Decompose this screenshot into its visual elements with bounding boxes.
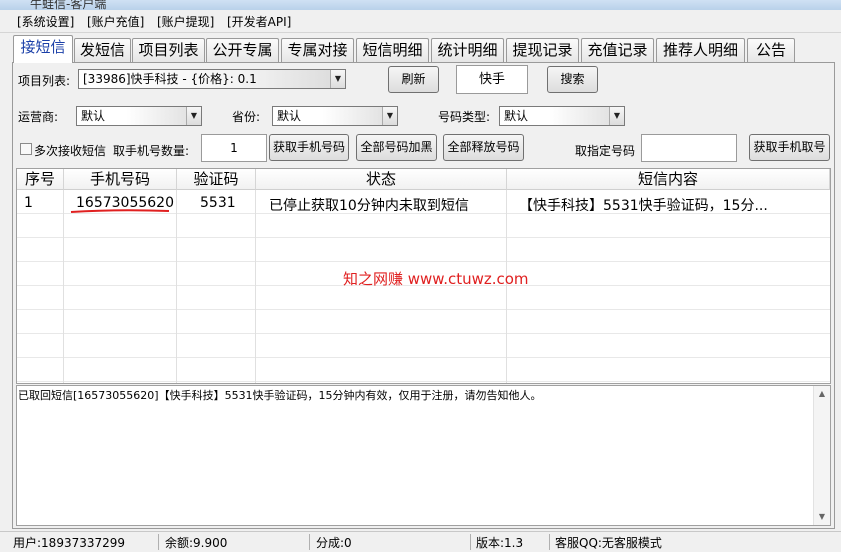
project-list-label: 项目列表:	[18, 74, 71, 88]
project-select[interactable]: [33986]快手科技 - {价格}: 0.1 ▼	[78, 69, 346, 89]
column-divider	[176, 190, 177, 383]
row-sms-content: 【快手科技】5531快手验证码，15分...	[519, 198, 768, 214]
menu-account-withdraw[interactable]: [账户提现]	[157, 13, 214, 30]
project-search-input[interactable]: 快手	[456, 65, 528, 94]
row-code: 5531	[200, 195, 236, 211]
specify-number-label: 取指定号码	[575, 144, 636, 158]
province-select-value: 默认	[277, 109, 302, 123]
phone-count-input[interactable]: 1	[201, 134, 267, 162]
phone-count-label: 取手机号数量:	[113, 144, 190, 158]
status-version: 版本:1.3	[476, 536, 524, 550]
status-bar: 用户:18937337299 余额:9.900 分成:0 版本:1.3 客服QQ…	[0, 531, 841, 552]
tab-exclusive-docking[interactable]: 专属对接	[281, 38, 354, 62]
sms-results-table: 序号 手机号码 验证码 状态 短信内容 1 16573055620 5531 已…	[16, 168, 831, 384]
scroll-up-icon[interactable]: ▲	[814, 386, 830, 402]
status-divider	[158, 534, 159, 550]
get-phone-button[interactable]: 获取手机号码	[269, 134, 349, 161]
number-type-label: 号码类型:	[438, 110, 491, 124]
row-index: 1	[24, 195, 33, 211]
operator-label: 运营商:	[18, 110, 59, 124]
row-status: 已停止获取10分钟内未取到短信	[269, 198, 469, 214]
blacklist-all-button[interactable]: 全部号码加黑	[356, 134, 437, 161]
column-header-code[interactable]: 验证码	[177, 169, 256, 190]
operator-select-value: 默认	[81, 109, 106, 123]
number-type-select[interactable]: 默认 ▼	[499, 106, 625, 126]
specify-number-input[interactable]	[641, 134, 737, 162]
province-label: 省份:	[232, 110, 261, 124]
tab-withdraw-records[interactable]: 提现记录	[506, 38, 579, 62]
tab-announcement[interactable]: 公告	[747, 38, 795, 62]
number-type-select-value: 默认	[504, 109, 529, 123]
column-header-sms-content[interactable]: 短信内容	[507, 169, 830, 190]
tab-recharge-records[interactable]: 充值记录	[581, 38, 654, 62]
column-header-phone[interactable]: 手机号码	[64, 169, 177, 190]
status-divider	[309, 534, 310, 550]
menu-developer-api[interactable]: [开发者API]	[227, 13, 291, 30]
release-all-button[interactable]: 全部释放号码	[443, 134, 524, 161]
scroll-down-icon[interactable]: ▼	[814, 509, 830, 525]
window-title: 牛蛙信-客户端	[30, 0, 107, 10]
title-bar: 牛蛙信-客户端	[0, 0, 841, 10]
status-divider	[549, 534, 550, 550]
chevron-down-icon: ▼	[609, 107, 624, 125]
operator-select[interactable]: 默认 ▼	[76, 106, 202, 126]
tab-project-list[interactable]: 项目列表	[132, 38, 205, 62]
multi-receive-label: 多次接收短信	[34, 144, 107, 158]
tab-send-sms[interactable]: 发短信	[74, 38, 131, 62]
log-textarea[interactable]: 已取回短信[16573055620]【快手科技】5531快手验证码，15分钟内有…	[16, 385, 831, 526]
chevron-down-icon: ▼	[330, 70, 345, 88]
column-header-index[interactable]: 序号	[17, 169, 64, 190]
column-divider	[63, 190, 64, 383]
status-balance: 余额:9.900	[165, 536, 228, 550]
tab-stats-details[interactable]: 统计明细	[431, 38, 504, 62]
chevron-down-icon: ▼	[186, 107, 201, 125]
status-divider	[470, 534, 471, 550]
chevron-down-icon: ▼	[382, 107, 397, 125]
get-phone-specific-button[interactable]: 获取手机取号	[749, 134, 830, 161]
log-line: 已取回短信[16573055620]【快手科技】5531快手验证码，15分钟内有…	[18, 389, 542, 402]
menu-bar: [系统设置] [账户充值] [账户提现] [开发者API]	[0, 10, 841, 33]
menu-system-settings[interactable]: [系统设置]	[17, 13, 74, 30]
tab-public-exclusive[interactable]: 公开专属	[206, 38, 279, 62]
status-points: 分成:0	[316, 536, 352, 550]
log-scrollbar[interactable]: ▲ ▼	[813, 386, 830, 525]
province-select[interactable]: 默认 ▼	[272, 106, 398, 126]
watermark-text: 知之网赚 www.ctuwz.com	[343, 270, 529, 288]
search-button[interactable]: 搜索	[547, 66, 598, 93]
status-user: 用户:18937337299	[13, 536, 126, 550]
menu-account-recharge[interactable]: [账户充值]	[87, 13, 144, 30]
project-select-value: [33986]快手科技 - {价格}: 0.1	[83, 72, 257, 86]
multi-receive-checkbox[interactable]	[20, 143, 32, 155]
column-header-status[interactable]: 状态	[256, 169, 507, 190]
tab-receive-sms[interactable]: 接短信	[13, 35, 73, 63]
tab-sms-details[interactable]: 短信明细	[356, 38, 429, 62]
red-underline-annotation	[70, 209, 170, 213]
column-divider	[255, 190, 256, 383]
status-service-qq: 客服QQ:无客服模式	[555, 536, 662, 550]
tab-referrer-details[interactable]: 推荐人明细	[656, 38, 745, 62]
refresh-button[interactable]: 刷新	[388, 66, 439, 93]
